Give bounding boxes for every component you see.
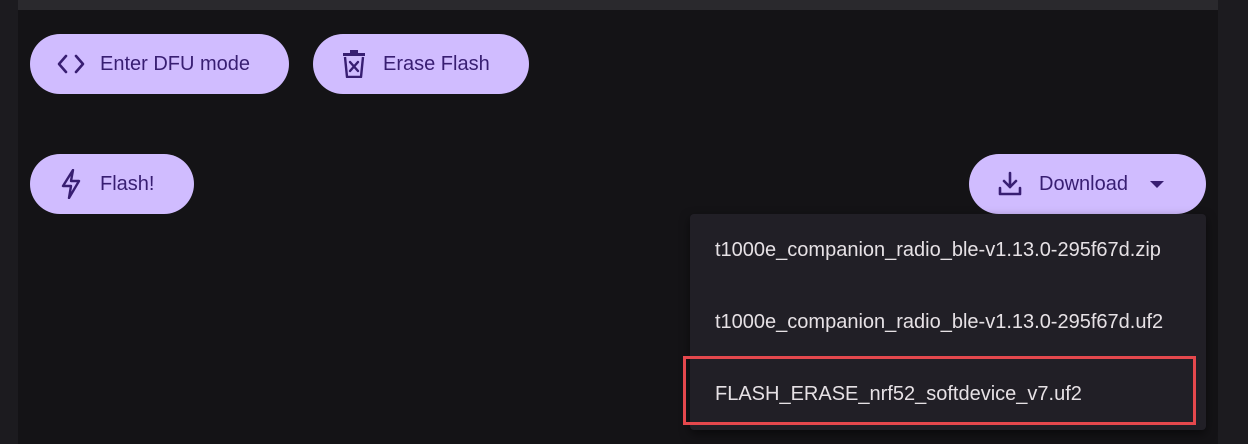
download-menu: t1000e_companion_radio_ble-v1.13.0-295f6… xyxy=(690,214,1206,430)
caret-down-icon[interactable] xyxy=(1149,180,1164,188)
enter-dfu-mode-label: Enter DFU mode xyxy=(100,52,251,75)
code-icon xyxy=(56,49,86,79)
top-bar xyxy=(18,0,1218,10)
download-menu-item-highlighted[interactable]: FLASH_ERASE_nrf52_softdevice_v7.uf2 xyxy=(690,358,1206,430)
erase-flash-button[interactable]: Erase Flash xyxy=(313,34,529,94)
flash-button[interactable]: Flash! xyxy=(30,154,194,214)
download-label: Download xyxy=(1039,172,1128,195)
trash-icon xyxy=(339,49,369,79)
lightning-icon xyxy=(56,169,86,199)
flash-label: Flash! xyxy=(100,172,155,195)
page: Enter DFU mode Erase Flash Flash! Downlo… xyxy=(0,0,1248,444)
download-button[interactable]: Download xyxy=(969,154,1206,214)
menu-item-label: t1000e_companion_radio_ble-v1.13.0-295f6… xyxy=(715,238,1161,261)
download-menu-item[interactable]: t1000e_companion_radio_ble-v1.13.0-295f6… xyxy=(690,214,1206,286)
erase-flash-label: Erase Flash xyxy=(383,52,490,75)
download-menu-item[interactable]: t1000e_companion_radio_ble-v1.13.0-295f6… xyxy=(690,286,1206,358)
menu-item-label: FLASH_ERASE_nrf52_softdevice_v7.uf2 xyxy=(715,382,1082,405)
menu-item-label: t1000e_companion_radio_ble-v1.13.0-295f6… xyxy=(715,310,1164,333)
download-icon xyxy=(995,169,1025,199)
enter-dfu-mode-button[interactable]: Enter DFU mode xyxy=(30,34,289,94)
